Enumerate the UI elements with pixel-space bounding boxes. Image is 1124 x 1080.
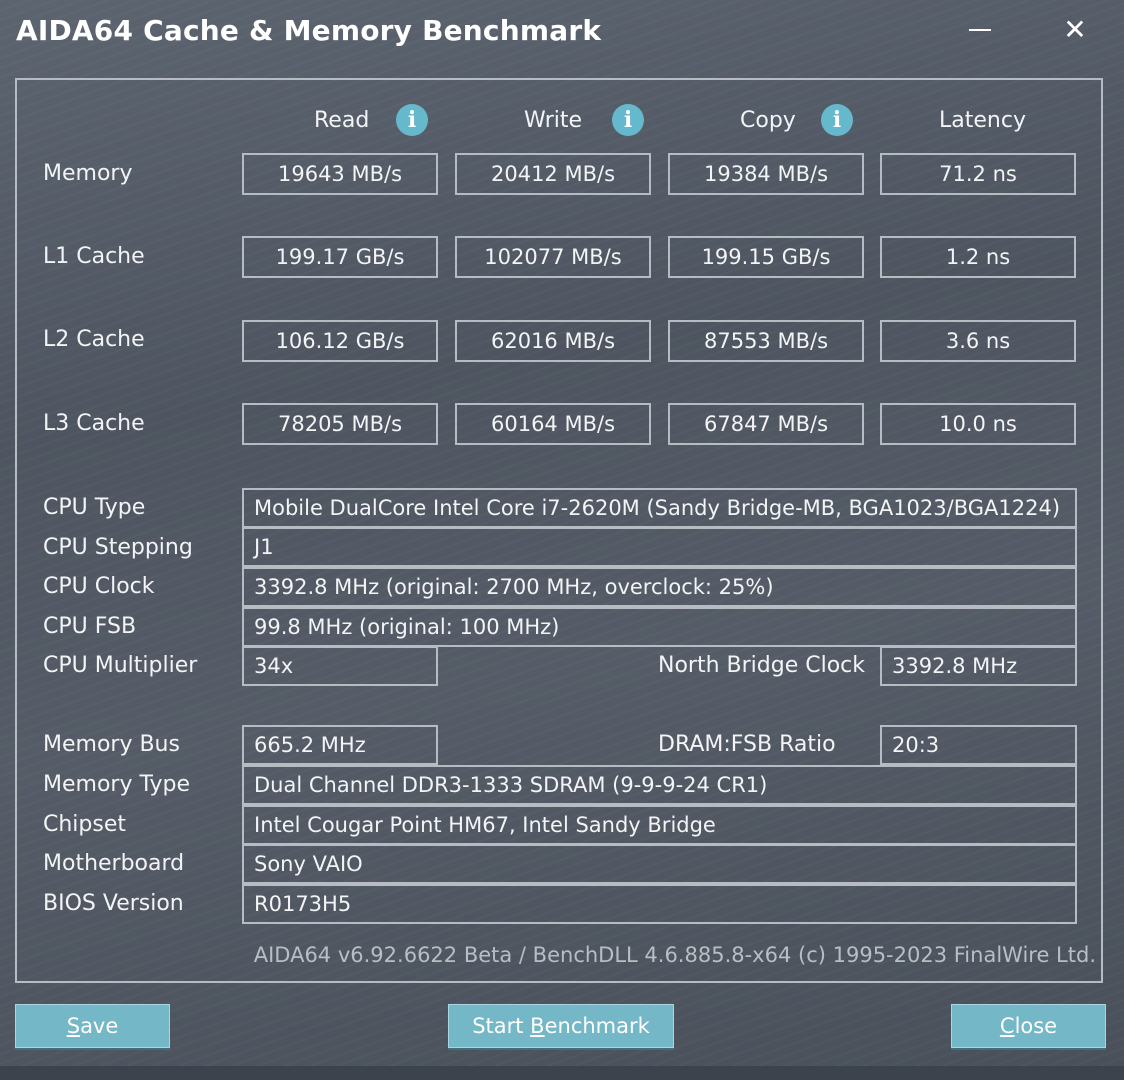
save-label-rest: ave (80, 1014, 119, 1038)
chipset-value: Intel Cougar Point HM67, Intel Sandy Bri… (242, 805, 1077, 845)
close-mnemonic: C (999, 1014, 1015, 1038)
row-label-l2-cache: L2 Cache (43, 327, 145, 352)
cpu-type-value: Mobile DualCore Intel Core i7-2620M (San… (242, 488, 1077, 528)
save-mnemonic: S (66, 1014, 81, 1038)
start-mnemonic: B (530, 1014, 545, 1038)
column-header-copy: Copy (740, 108, 796, 133)
l2-latency-value: 3.6 ns (880, 320, 1076, 362)
minimize-icon (969, 29, 991, 31)
read-info-icon[interactable]: i (396, 104, 428, 136)
bios-version-label: BIOS Version (43, 891, 184, 916)
cpu-stepping-label: CPU Stepping (43, 535, 193, 560)
write-info-icon[interactable]: i (612, 104, 644, 136)
cpu-multiplier-label: CPU Multiplier (43, 653, 198, 678)
l3-write-value: 60164 MB/s (455, 403, 651, 445)
dram-fsb-ratio-value: 20:3 (880, 725, 1077, 765)
row-label-l3-cache: L3 Cache (43, 411, 145, 436)
motherboard-label: Motherboard (43, 851, 185, 876)
cpu-type-label: CPU Type (43, 495, 146, 520)
memory-bus-label: Memory Bus (43, 732, 180, 757)
l3-read-value: 78205 MB/s (242, 403, 438, 445)
close-button[interactable]: Close (951, 1004, 1106, 1048)
cpu-clock-label: CPU Clock (43, 574, 155, 599)
row-label-memory: Memory (43, 161, 133, 186)
save-button[interactable]: Save (15, 1004, 170, 1048)
l3-copy-value: 67847 MB/s (668, 403, 864, 445)
memory-write-value: 20412 MB/s (455, 153, 651, 195)
version-footer: AIDA64 v6.92.6622 Beta / BenchDLL 4.6.88… (253, 943, 1096, 967)
l1-read-value: 199.17 GB/s (242, 236, 438, 278)
north-bridge-clock-label: North Bridge Clock (658, 653, 866, 678)
cpu-fsb-label: CPU FSB (43, 614, 137, 639)
memory-bus-value: 665.2 MHz (242, 725, 438, 765)
cpu-multiplier-value: 34x (242, 646, 438, 686)
north-bridge-clock-value: 3392.8 MHz (880, 646, 1077, 686)
l1-write-value: 102077 MB/s (455, 236, 651, 278)
minimize-button[interactable] (960, 10, 1000, 50)
l1-copy-value: 199.15 GB/s (668, 236, 864, 278)
close-icon: ✕ (1063, 13, 1087, 46)
column-header-latency: Latency (939, 108, 1026, 133)
l2-copy-value: 87553 MB/s (668, 320, 864, 362)
dram-fsb-ratio-label: DRAM:FSB Ratio (658, 732, 836, 757)
column-header-read: Read (314, 108, 370, 133)
bottom-edge (0, 1066, 1124, 1080)
memory-type-value: Dual Channel DDR3-1333 SDRAM (9-9-9-24 C… (242, 765, 1077, 805)
motherboard-value: Sony VAIO (242, 844, 1077, 884)
memory-latency-value: 71.2 ns (880, 153, 1076, 195)
memory-copy-value: 19384 MB/s (668, 153, 864, 195)
memory-read-value: 19643 MB/s (242, 153, 438, 195)
start-benchmark-button[interactable]: Start Benchmark (448, 1004, 674, 1048)
cpu-clock-value: 3392.8 MHz (original: 2700 MHz, overcloc… (242, 567, 1077, 607)
l3-latency-value: 10.0 ns (880, 403, 1076, 445)
bios-version-value: R0173H5 (242, 884, 1077, 924)
close-window-button[interactable]: ✕ (1055, 10, 1095, 50)
cpu-stepping-value: J1 (242, 527, 1077, 567)
close-label-rest: lose (1014, 1014, 1058, 1038)
column-header-write: Write (524, 108, 583, 133)
copy-info-icon[interactable]: i (821, 104, 853, 136)
window-title: AIDA64 Cache & Memory Benchmark (16, 14, 602, 47)
memory-type-label: Memory Type (43, 772, 190, 797)
row-label-l1-cache: L1 Cache (43, 244, 145, 269)
start-label-rest: enchmark (544, 1014, 650, 1038)
l2-write-value: 62016 MB/s (455, 320, 651, 362)
chipset-label: Chipset (43, 812, 127, 837)
cpu-fsb-value: 99.8 MHz (original: 100 MHz) (242, 607, 1077, 647)
start-label-pre: Start (472, 1014, 531, 1038)
l1-latency-value: 1.2 ns (880, 236, 1076, 278)
l2-read-value: 106.12 GB/s (242, 320, 438, 362)
